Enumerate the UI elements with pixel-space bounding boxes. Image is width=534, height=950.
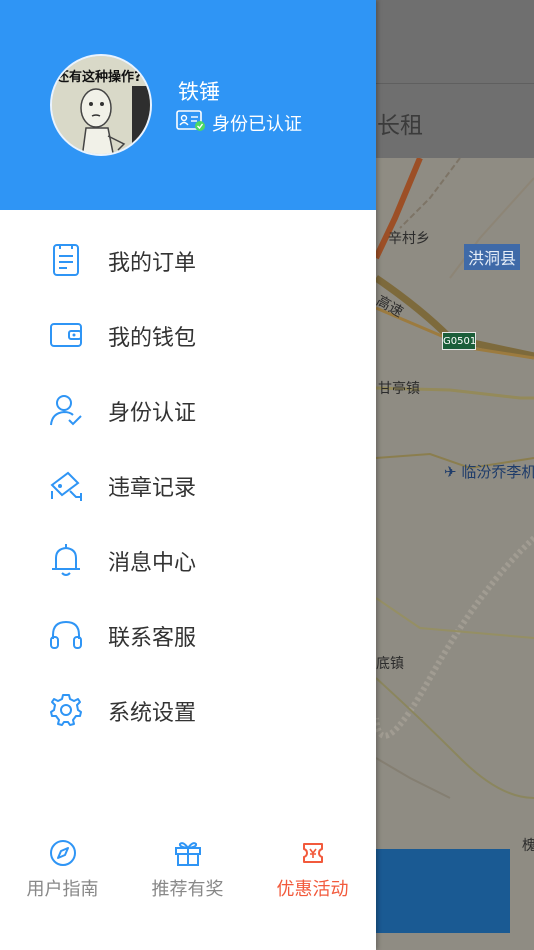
traffic-camera-icon	[48, 467, 84, 503]
menu-item-wallet[interactable]: 我的钱包	[0, 297, 376, 372]
drawer-bottom-bar: 用户指南 推荐有奖 优惠活动	[0, 836, 376, 906]
user-guide-button[interactable]: 用户指南	[0, 836, 125, 906]
map-label-hongdong: 洪洞县	[464, 244, 521, 270]
promotions-label: 优惠活动	[276, 879, 349, 900]
drawer-header: 还有这种操作? 铁锤 身份已认证	[0, 0, 376, 210]
map-label-xincun: 辛村乡	[388, 231, 430, 247]
gear-icon	[48, 692, 84, 728]
verification-status: 身份已认证	[176, 110, 302, 136]
menu-item-identity[interactable]: 身份认证	[0, 372, 376, 447]
referral-button[interactable]: 推荐有奖	[125, 836, 250, 906]
map-label-ganting: 甘亭镇	[378, 381, 420, 397]
drawer-menu: 我的订单 我的钱包 身份认证 违章记录 消息中心 联系客服 系统设置	[0, 222, 376, 747]
menu-label-wallet: 我的钱包	[108, 326, 197, 351]
side-drawer: 还有这种操作? 铁锤 身份已认证 我的订单 我的钱包 身份认证 违章记录 消息中…	[0, 0, 376, 950]
referral-label: 推荐有奖	[151, 879, 224, 900]
coupon-icon	[298, 838, 328, 868]
map-label-dizhen: 底镇	[376, 656, 404, 672]
map-divider	[376, 83, 534, 84]
avatar[interactable]: 还有这种操作?	[50, 54, 152, 156]
user-guide-label: 用户指南	[26, 879, 99, 900]
menu-label-identity: 身份认证	[108, 401, 197, 426]
username: 铁锤	[178, 80, 220, 104]
map-label-huai: 槐	[522, 838, 534, 854]
verified-label: 身份已认证	[212, 114, 302, 135]
avatar-caption: 还有这种操作?	[56, 70, 142, 85]
map-label-airport: ✈ 临汾乔李机	[444, 461, 534, 482]
identity-check-icon	[48, 392, 84, 428]
menu-item-messages[interactable]: 消息中心	[0, 522, 376, 597]
highway-shield: G0501	[442, 332, 476, 350]
map-action-button[interactable]	[376, 849, 510, 933]
order-list-icon	[48, 242, 84, 278]
long-rent-tab[interactable]: 长租	[377, 106, 423, 140]
bell-icon	[48, 542, 84, 578]
compass-icon	[48, 838, 78, 868]
menu-label-settings: 系统设置	[108, 701, 197, 726]
menu-label-messages: 消息中心	[108, 551, 197, 576]
menu-label-support: 联系客服	[108, 626, 197, 651]
menu-item-violations[interactable]: 违章记录	[0, 447, 376, 522]
id-card-verified-icon	[176, 110, 206, 136]
menu-label-orders: 我的订单	[108, 251, 197, 276]
menu-label-violations: 违章记录	[108, 476, 197, 501]
gift-icon	[173, 838, 203, 868]
airport-name: 临汾乔李机	[461, 463, 534, 481]
menu-item-support[interactable]: 联系客服	[0, 597, 376, 672]
menu-item-orders[interactable]: 我的订单	[0, 222, 376, 297]
menu-item-settings[interactable]: 系统设置	[0, 672, 376, 747]
headset-icon	[48, 617, 84, 653]
wallet-icon	[48, 317, 84, 353]
promotions-button[interactable]: 优惠活动	[250, 836, 375, 906]
